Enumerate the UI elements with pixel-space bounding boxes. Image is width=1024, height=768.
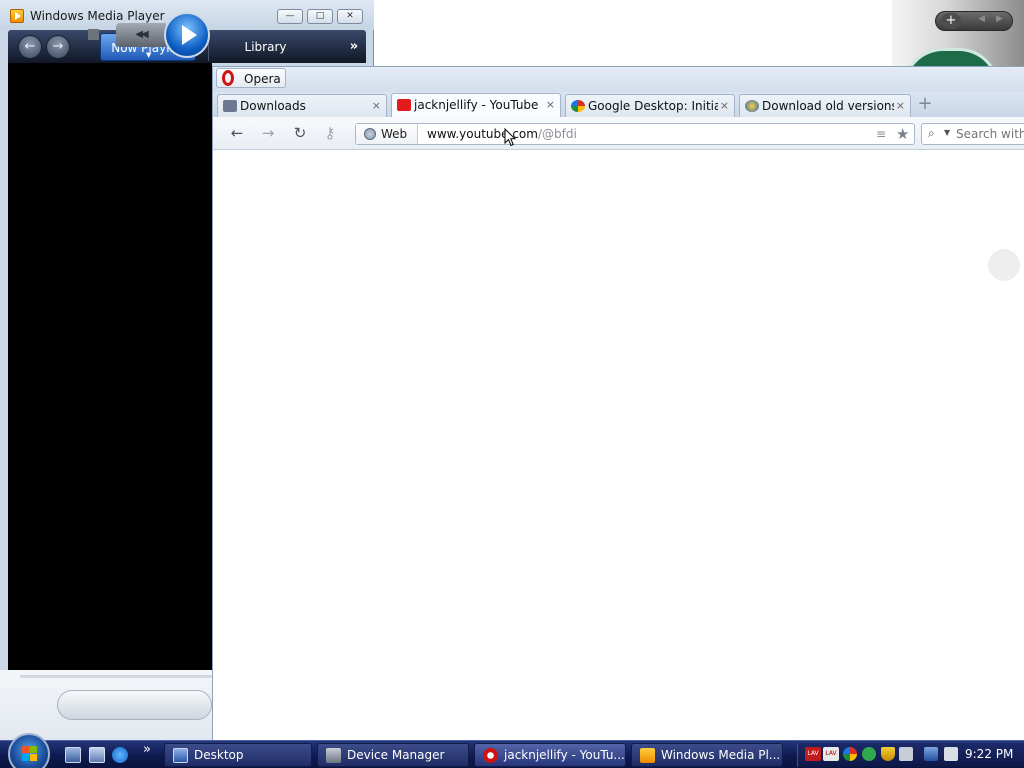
opera-menu-label: Opera [244, 72, 281, 86]
taskbar: » Desktop Device Manager jacknjellify - … [0, 733, 1024, 768]
youtube-icon [397, 99, 411, 111]
taskbar-button-opera[interactable]: jacknjellify - YouTu... [474, 743, 626, 767]
tab-youtube[interactable]: jacknjellify - YouTube × [391, 93, 561, 118]
web-label: Web [381, 127, 408, 141]
forward-button[interactable]: → [257, 124, 279, 142]
opera-logo-icon [222, 70, 234, 86]
taskbar-button-device-manager[interactable]: Device Manager [317, 743, 469, 767]
google-desktop-tray-icon[interactable] [843, 747, 857, 761]
windows-logo-icon [22, 746, 38, 762]
globe-icon [364, 128, 376, 140]
wmp-back-button[interactable]: ← [18, 35, 42, 59]
wmp-play-button[interactable] [164, 12, 210, 58]
tab-oldversions[interactable]: Download old versions ... × [739, 94, 911, 117]
opera-window: Opera Downloads × jacknjellify - YouTube… [212, 66, 1024, 741]
oldversion-icon [745, 100, 759, 112]
start-button[interactable] [8, 733, 50, 768]
new-tab-icon[interactable]: + [917, 95, 933, 113]
loading-spinner [988, 249, 1020, 281]
taskbar-button-desktop[interactable]: Desktop [164, 743, 312, 767]
taskbar-button-label: jacknjellify - YouTu... [504, 748, 625, 762]
tab-label: jacknjellify - YouTube [414, 98, 539, 112]
wmp-video-area[interactable] [8, 63, 212, 670]
taskbar-button-label: Windows Media Pl... [661, 748, 781, 762]
wmp-forward-button[interactable]: → [46, 35, 70, 59]
tab-label: Download old versions ... [762, 99, 894, 113]
search-engine-dropdown-icon[interactable]: ▼ [944, 128, 950, 137]
web-badge[interactable]: Web [356, 124, 418, 144]
clock[interactable]: 9:22 PM [965, 747, 1013, 761]
search-icon: ⌕ [928, 126, 935, 140]
wmp-more-icon[interactable]: » [344, 33, 364, 61]
close-icon[interactable]: × [546, 98, 555, 111]
url-text[interactable]: www.youtube.com/@bfdi [427, 127, 577, 141]
update-check-icon[interactable] [862, 747, 876, 761]
search-box[interactable]: ⌕ ▼ [921, 123, 1024, 145]
google-desktop-icon [571, 100, 585, 112]
rss-icon[interactable]: ≡ [876, 127, 886, 141]
desktop-icon [173, 748, 188, 763]
wmp-previous-button[interactable]: ◀◀ [116, 23, 166, 47]
close-icon[interactable]: × [372, 99, 381, 112]
wmp-maximize-button[interactable]: □ [307, 9, 333, 24]
device-manager-icon [326, 748, 341, 763]
url-host: www.youtube.com [427, 127, 538, 141]
tab-label: Google Desktop: Initial ... [588, 99, 718, 113]
address-bar[interactable]: Web www.youtube.com/@bfdi ≡ ★ [355, 123, 915, 145]
mouse-cursor-icon [504, 128, 516, 147]
wmp-stop-button[interactable] [88, 29, 99, 40]
switch-windows-icon[interactable] [89, 747, 105, 763]
system-tray: LAV LAV 9:22 PM [797, 743, 1024, 767]
quicklaunch-more-icon[interactable]: » [143, 742, 159, 758]
gadget-add-button[interactable]: + [941, 13, 961, 29]
wmp-seek-bar[interactable] [20, 675, 212, 678]
internet-explorer-icon[interactable] [112, 747, 128, 763]
gadget-next-icon[interactable]: ▶ [996, 14, 1003, 24]
close-icon[interactable]: × [720, 99, 729, 112]
opera-titlebar: Opera [213, 67, 1024, 92]
network-icon[interactable] [924, 747, 938, 761]
page-content[interactable] [213, 151, 1024, 741]
wmp-control-pill [57, 690, 212, 720]
usb-device-icon[interactable] [899, 747, 913, 761]
wmp-tab-library[interactable]: Library [208, 33, 322, 61]
chevron-down-icon: ▼ [146, 51, 152, 59]
tab-google-desktop[interactable]: Google Desktop: Initial ... × [565, 94, 735, 117]
key-icon[interactable]: ⚷ [319, 124, 341, 142]
security-shield-icon[interactable] [881, 747, 895, 761]
volume-muted-icon[interactable] [944, 747, 958, 761]
tab-bar: Downloads × jacknjellify - YouTube × Goo… [213, 92, 1024, 118]
opera-icon [483, 748, 498, 763]
wmp-app-icon [10, 9, 24, 23]
taskbar-button-label: Desktop [194, 748, 244, 762]
url-path: /@bfdi [537, 127, 577, 141]
back-button[interactable]: ← [226, 124, 248, 142]
bookmark-star-icon[interactable]: ★ [896, 125, 909, 143]
gadget-prev-icon[interactable]: ◀ [978, 14, 985, 24]
downloads-icon [223, 100, 237, 112]
reload-button[interactable]: ↻ [289, 124, 311, 142]
navigation-toolbar: ← → ↻ ⚷ Web www.youtube.com/@bfdi ≡ ★ ⌕ … [213, 117, 1024, 150]
wmp-close-button[interactable]: ✕ [337, 9, 363, 24]
wmp-title: Windows Media Player [30, 9, 165, 23]
opera-menu-button[interactable]: Opera [216, 68, 286, 88]
tab-downloads[interactable]: Downloads × [217, 94, 387, 117]
search-input[interactable] [956, 126, 1024, 142]
show-desktop-icon[interactable] [65, 747, 81, 763]
tab-label: Downloads [240, 99, 306, 113]
lav-audio-icon[interactable]: LAV [805, 747, 821, 761]
wmp-controls [0, 670, 212, 740]
taskbar-button-label: Device Manager [347, 748, 445, 762]
wmp-minimize-button[interactable]: — [277, 9, 303, 24]
gadget-control-pill: + ◀ ▶ [935, 11, 1013, 31]
close-icon[interactable]: × [896, 99, 905, 112]
taskbar-button-wmp[interactable]: Windows Media Pl... [631, 743, 783, 767]
lav-video-icon[interactable]: LAV [823, 747, 839, 761]
wmp-icon [640, 748, 655, 763]
